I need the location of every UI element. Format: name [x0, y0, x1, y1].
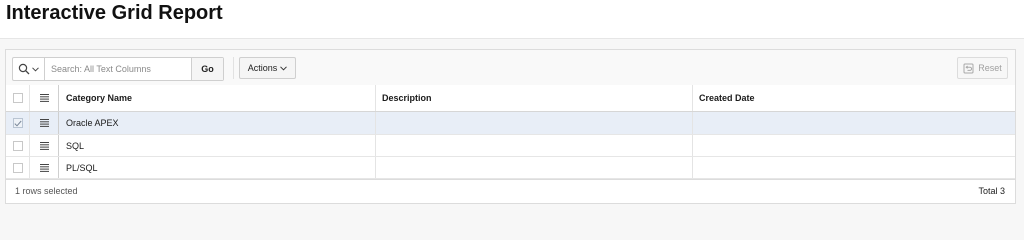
toolbar-divider — [233, 57, 234, 79]
search-input[interactable] — [45, 58, 191, 80]
row-select-cell — [6, 157, 30, 178]
row-select-cell — [6, 135, 30, 156]
row-checkbox[interactable] — [12, 162, 23, 173]
chevron-down-icon — [32, 66, 39, 72]
interactive-grid-region: Go Actions Reset — [5, 49, 1016, 204]
row-menu-icon[interactable] — [39, 141, 49, 150]
table-row[interactable]: Oracle APEX — [6, 112, 1015, 135]
row-menu-icon[interactable] — [39, 119, 49, 127]
total-count: Total 3 — [978, 186, 1005, 196]
page-title: Interactive Grid Report — [6, 2, 223, 24]
cell-created-date[interactable] — [693, 135, 1015, 156]
selection-status: 1 rows selected — [15, 186, 78, 196]
reset-button[interactable]: Reset — [957, 57, 1008, 79]
grid-footer: 1 rows selected Total 3 — [6, 179, 1015, 203]
row-actions-cell — [30, 135, 59, 156]
row-checkbox[interactable] — [12, 140, 23, 151]
select-all-cell — [6, 85, 30, 111]
chevron-down-icon — [280, 65, 288, 71]
row-select-cell — [6, 112, 30, 134]
go-button[interactable]: Go — [191, 58, 223, 80]
cell-category-name[interactable]: Oracle APEX — [59, 112, 376, 134]
check-icon — [13, 120, 22, 127]
row-checkbox[interactable] — [12, 118, 23, 128]
grid-header-row: Category Name Description Created Date — [6, 85, 1015, 112]
reset-label: Reset — [978, 63, 1002, 73]
row-menu-icon[interactable] — [39, 163, 49, 172]
cell-description[interactable] — [376, 135, 693, 156]
select-all-checkbox[interactable] — [12, 93, 23, 103]
column-header-category-name[interactable]: Category Name — [59, 85, 376, 111]
search-column-selector[interactable] — [13, 58, 45, 80]
row-actions-cell — [30, 112, 59, 134]
grid-toolbar: Go Actions Reset — [6, 50, 1015, 86]
page-header: Interactive Grid Report — [0, 0, 1024, 39]
table-row[interactable]: PL/SQL — [6, 157, 1015, 179]
cell-created-date[interactable] — [693, 157, 1015, 178]
actions-menu-button[interactable]: Actions — [239, 57, 296, 79]
row-actions-cell — [30, 157, 59, 178]
actions-label: Actions — [247, 63, 278, 73]
header-actions-cell — [30, 85, 59, 111]
search-group: Go — [12, 57, 224, 81]
cell-created-date[interactable] — [693, 112, 1015, 134]
column-header-description[interactable]: Description — [376, 85, 693, 111]
table-row[interactable]: SQL — [6, 135, 1015, 157]
cell-description[interactable] — [376, 157, 693, 178]
cell-category-name[interactable]: PL/SQL — [59, 157, 376, 178]
column-header-created-date[interactable]: Created Date — [693, 85, 1015, 111]
cell-description[interactable] — [376, 112, 693, 134]
search-icon — [18, 63, 30, 75]
cell-category-name[interactable]: SQL — [59, 135, 376, 156]
menu-icon — [39, 94, 49, 102]
reset-icon — [963, 63, 974, 73]
